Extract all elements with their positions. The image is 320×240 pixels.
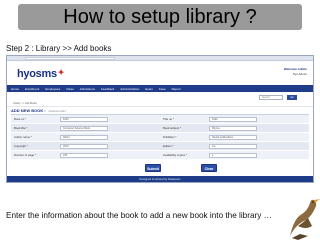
app-footer: Designed & Hosted by Raaspace <box>7 176 313 182</box>
app-screenshot: hyosms✦ Welcome Admin Sys Admin Home Enr… <box>6 55 314 183</box>
add-book-form: Book no * 1023 Title no * 1022 Book title … <box>11 114 309 160</box>
submit-button[interactable]: Submit <box>145 164 161 172</box>
author-name-input[interactable]: Rahul <box>60 134 108 140</box>
address-bar[interactable] <box>25 57 115 60</box>
step-instruction: Step 2 : Library >> Add books <box>6 44 112 53</box>
edition-select[interactable]: 1st <box>209 143 257 149</box>
search-row: Search Go <box>7 92 313 102</box>
slide-caption: Enter the information about the book to … <box>6 211 272 220</box>
page-count-input[interactable]: 230 <box>60 152 108 158</box>
edition-label: Edition * <box>163 144 174 148</box>
form-title-text: ADD NEW BOOK : <box>11 108 46 113</box>
nav-item-enrollment[interactable]: Enrollment <box>25 87 39 91</box>
form-row: Author name * Rahul Publisher * Saural pub… <box>11 133 309 142</box>
bird-decoration-icon <box>290 199 320 240</box>
available-copies-label: Availability copies * <box>163 153 187 157</box>
book-title-input[interactable]: Computer Science Book <box>60 125 108 131</box>
app-header: hyosms✦ Welcome Admin Sys Admin <box>7 61 313 85</box>
book-subject-label: Book subject * <box>163 126 181 130</box>
form-title: ADD NEW BOOK : Required fields * <box>7 107 313 114</box>
nav-item-exam[interactable]: Exam <box>145 87 153 91</box>
copyright-input[interactable]: 2010 <box>60 143 108 149</box>
nav-item-admissions[interactable]: Admissions <box>80 87 95 91</box>
book-no-input[interactable]: 1023 <box>60 116 108 122</box>
search-input[interactable]: Search <box>259 95 283 100</box>
welcome-panel: Welcome Admin Sys Admin <box>284 67 307 77</box>
author-name-label: Author name * <box>14 135 32 139</box>
book-no-label: Book no * <box>14 117 27 121</box>
page-count-label: Number of page * <box>14 153 36 157</box>
form-row: Book title * Computer Science Book Book s… <box>11 124 309 133</box>
logo-mark-icon: ✦ <box>57 68 65 77</box>
nav-item-feedback[interactable]: Feedback <box>101 87 114 91</box>
welcome-subtext: Sys Admin <box>292 72 307 76</box>
clear-button[interactable]: Clear <box>201 164 217 172</box>
book-title-label: Book title * <box>14 126 28 130</box>
welcome-text: Welcome Admin <box>283 67 307 71</box>
form-row: Book no * 1023 Title no * 1022 <box>11 115 309 124</box>
slide-title: How to setup library ? <box>18 4 302 30</box>
form-row: Number of page * 230 Availability copies … <box>11 151 309 160</box>
nav-item-report[interactable]: Report <box>172 87 181 91</box>
main-nav: Home Enrollment Employees Class Admissio… <box>7 85 313 92</box>
form-row: Copyright * 2010 Edition * 1st <box>11 142 309 151</box>
book-subject-select[interactable]: Rhyme <box>209 125 257 131</box>
logo-text: hyosms <box>17 68 57 80</box>
publisher-label: Publisher * <box>163 135 177 139</box>
nav-item-fees[interactable]: Fees <box>159 87 166 91</box>
copyright-label: Copyright * <box>14 144 28 148</box>
nav-item-administration[interactable]: Administration <box>120 87 139 91</box>
nav-item-class[interactable]: Class <box>66 87 74 91</box>
publisher-input[interactable]: Saural publications <box>209 134 257 140</box>
available-copies-input[interactable]: 1 <box>209 152 257 158</box>
search-button[interactable]: Go <box>287 95 297 100</box>
app-logo[interactable]: hyosms✦ <box>17 68 65 80</box>
title-no-input[interactable]: 1022 <box>209 116 257 122</box>
nav-item-home[interactable]: Home <box>11 87 19 91</box>
title-no-label: Title no * <box>163 117 174 121</box>
form-subtitle: Required fields * <box>48 110 68 113</box>
nav-item-employees[interactable]: Employees <box>45 87 60 91</box>
form-actions: Submit Clear <box>7 160 313 176</box>
